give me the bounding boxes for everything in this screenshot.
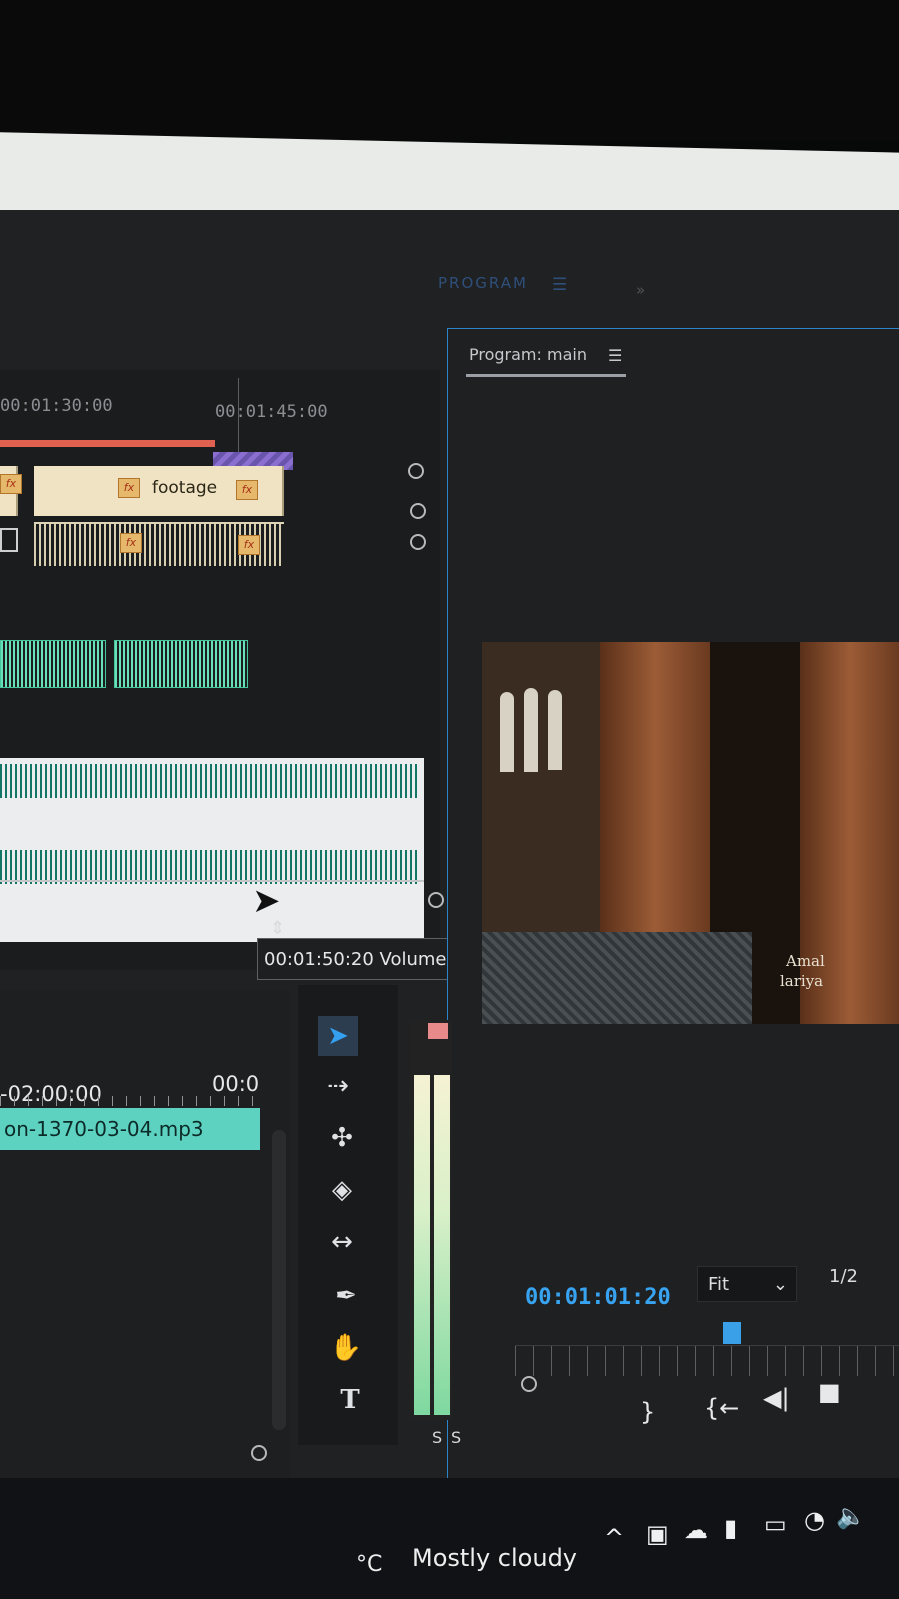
panel-overflow-icon[interactable]: »	[636, 281, 645, 299]
keyframe-toggle[interactable]	[428, 892, 444, 908]
fx-badge[interactable]: fx	[0, 474, 22, 494]
mouse-pointer-icon: ➤	[252, 881, 281, 921]
audio-clip-mp3[interactable]: on-1370-03-04.mp3	[0, 1108, 260, 1150]
mark-out-button[interactable]: }	[640, 1398, 655, 1426]
audio-clip[interactable]	[114, 640, 248, 688]
weather-widget[interactable]: Mostly cloudy	[412, 1544, 577, 1572]
slip-tool-icon[interactable]: ↔	[322, 1222, 362, 1262]
preview-watermark: lariya	[780, 972, 824, 990]
preview-background	[482, 642, 602, 942]
stop-button[interactable]: ■	[818, 1378, 841, 1406]
chevron-up-icon[interactable]: ^	[604, 1524, 624, 1552]
clip-label: footage	[152, 478, 218, 498]
scroll-handle[interactable]	[521, 1376, 537, 1392]
source-ruler-ticks	[0, 1096, 260, 1106]
panel-menu-icon[interactable]: ☰	[552, 275, 567, 295]
solo-left-button[interactable]: S	[432, 1428, 442, 1447]
render-bar-red	[0, 440, 215, 447]
scroll-handle[interactable]	[251, 1445, 267, 1461]
speaker-icon[interactable]: 🔈	[836, 1502, 866, 1530]
step-back-button[interactable]: ◀|	[763, 1384, 790, 1412]
preview-carpet	[482, 932, 752, 1024]
fx-badge[interactable]: fx	[120, 533, 142, 553]
clip-marker	[0, 528, 18, 552]
keyframe-toggle[interactable]	[410, 534, 426, 550]
hand-tool-icon[interactable]: ✋	[326, 1328, 366, 1368]
monitor-bezel	[0, 0, 899, 140]
program-scrubber[interactable]	[515, 1345, 899, 1376]
go-to-in-button[interactable]: {←	[704, 1394, 739, 1422]
waveform-right	[0, 850, 420, 884]
video-preview: Amal lariya	[482, 642, 899, 1024]
source-ruler-label: 00:0	[212, 1072, 260, 1096]
device-icon[interactable]: ▣	[646, 1520, 669, 1548]
ruler-label: 00:01:45:00	[215, 402, 328, 422]
wifi-icon[interactable]: ◔	[804, 1506, 825, 1534]
preview-watermark: Amal	[786, 952, 825, 970]
pen-tool-icon[interactable]: ✒	[326, 1276, 366, 1316]
chevron-down-icon: ⌄	[772, 1274, 788, 1295]
windows-taskbar	[0, 1478, 899, 1599]
active-tab-underline	[466, 374, 626, 377]
vertical-scrollbar[interactable]	[272, 1130, 286, 1430]
microphone-icon[interactable]: ▮	[724, 1514, 737, 1542]
zoom-select[interactable]: Fit ⌄	[697, 1266, 797, 1302]
volume-rubber-band[interactable]	[0, 880, 424, 882]
selection-tool-icon[interactable]: ➤	[318, 1016, 358, 1056]
clip-indicator	[428, 1023, 448, 1039]
preview-window	[548, 690, 562, 770]
fx-badge[interactable]: fx	[236, 480, 258, 500]
preview-window	[524, 688, 538, 772]
resolution-select[interactable]: 1/2	[829, 1266, 858, 1287]
type-tool-icon[interactable]: T	[330, 1380, 370, 1420]
keyframe-toggle[interactable]	[410, 503, 426, 519]
solo-right-button[interactable]: S	[451, 1428, 461, 1447]
weather-temp: °C	[356, 1552, 383, 1577]
video-clip[interactable]	[34, 466, 70, 516]
source-timeline-panel	[0, 990, 290, 1510]
preview-window	[500, 692, 514, 772]
meter-bar-right	[434, 1075, 450, 1415]
fx-badge[interactable]: fx	[118, 478, 140, 498]
fx-badge[interactable]: fx	[238, 535, 260, 555]
video-clip[interactable]	[68, 466, 100, 516]
razor-tool-icon[interactable]: ◈	[322, 1170, 362, 1210]
program-monitor-tab[interactable]: Program: main	[469, 345, 587, 364]
track-select-tool-icon[interactable]: ⇢	[318, 1066, 358, 1106]
program-playhead[interactable]	[723, 1322, 741, 1344]
volume-adjust-cursor-icon: ⇕	[270, 918, 286, 939]
panel-header-tab[interactable]: PROGRAM	[438, 274, 528, 292]
keyframe-toggle[interactable]	[408, 463, 424, 479]
playhead-line[interactable]	[238, 378, 239, 458]
zoom-select-value: Fit	[708, 1274, 730, 1295]
program-timecode[interactable]: 00:01:01:20	[525, 1285, 671, 1310]
cloud-icon[interactable]: ☁	[684, 1516, 708, 1544]
meter-bar-left	[414, 1075, 430, 1415]
ruler-label: 00:01:30:00	[0, 396, 113, 416]
waveform-left	[0, 764, 420, 798]
battery-icon[interactable]: ▭	[764, 1510, 787, 1538]
ripple-edit-tool-icon[interactable]: ✣	[322, 1118, 362, 1158]
program-menu-icon[interactable]: ☰	[608, 346, 622, 365]
audio-clip[interactable]	[0, 640, 106, 688]
